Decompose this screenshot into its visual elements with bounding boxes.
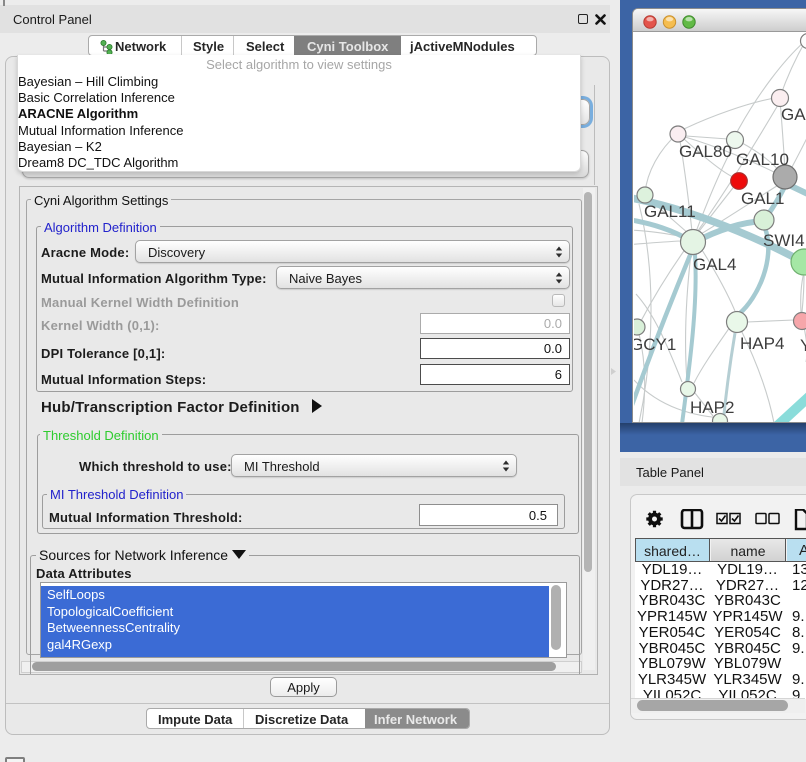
svg-text:GAL10: GAL10 [736, 150, 789, 169]
svg-text:HAP2: HAP2 [690, 398, 734, 417]
svg-text:Y: Y [800, 336, 806, 355]
svg-text:GAL80: GAL80 [679, 142, 732, 161]
svg-text:GAL4: GAL4 [693, 255, 736, 274]
svg-text:GAL1: GAL1 [741, 189, 784, 208]
svg-text:SWI4: SWI4 [763, 231, 805, 250]
svg-text:GAL: GAL [781, 105, 806, 124]
svg-text:HAP4: HAP4 [740, 334, 784, 353]
svg-text:GCY1: GCY1 [634, 335, 676, 354]
svg-text:GAL11: GAL11 [644, 202, 696, 221]
